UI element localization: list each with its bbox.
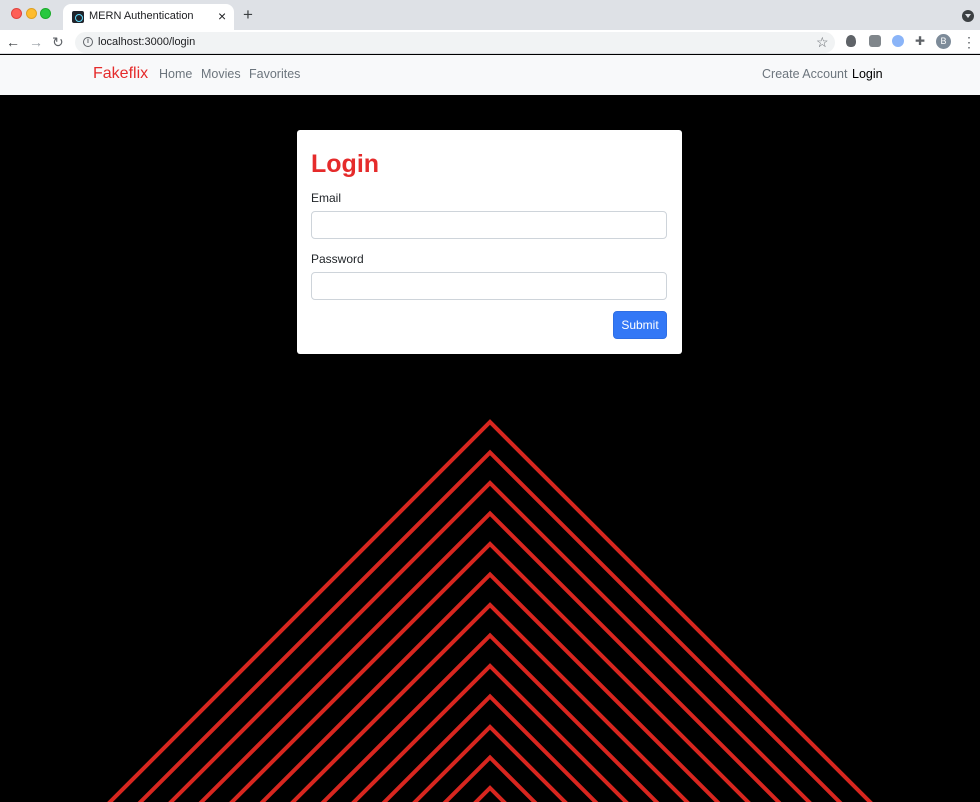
- email-label: Email: [311, 191, 342, 205]
- login-card: Login Email Password Submit: [297, 130, 682, 354]
- chevron-stripe: [168, 480, 812, 802]
- chevron-stripe: [320, 632, 660, 802]
- new-tab-icon[interactable]: +: [243, 6, 253, 24]
- browser-tab-bar: MERN Authentication × +: [0, 0, 980, 30]
- url-text[interactable]: localhost:3000/login: [98, 36, 195, 48]
- password-field[interactable]: [311, 272, 667, 300]
- chevron-stripe: [473, 785, 507, 802]
- chevron-stripe: [137, 449, 843, 802]
- browser-toolbar: ← → ↻ i localhost:3000/login ☆ ✚ B ⋮: [0, 30, 980, 54]
- chevron-stripe: [259, 571, 721, 802]
- site-navbar: Fakeflix Home Movies Favorites Create Ac…: [0, 55, 980, 95]
- password-label: Password: [311, 252, 364, 266]
- extension-copy-icon[interactable]: [869, 35, 881, 47]
- nav-link-favorites[interactable]: Favorites: [249, 67, 300, 81]
- browser-tab[interactable]: MERN Authentication ×: [63, 4, 234, 30]
- puzzle-icon[interactable]: ✚: [915, 35, 927, 47]
- kebab-menu-icon[interactable]: ⋮: [962, 33, 976, 51]
- maximize-window-button[interactable]: [40, 8, 51, 19]
- tab-title: MERN Authentication: [89, 10, 194, 22]
- reload-icon[interactable]: ↻: [52, 33, 64, 51]
- chevron-stripe: [442, 754, 538, 802]
- address-bar[interactable]: i localhost:3000/login ☆: [75, 32, 835, 53]
- close-tab-icon[interactable]: ×: [218, 8, 226, 24]
- nav-link-create-account[interactable]: Create Account: [762, 67, 847, 81]
- nav-link-movies[interactable]: Movies: [201, 67, 241, 81]
- extension-compass-icon[interactable]: [892, 35, 904, 47]
- profile-avatar[interactable]: B: [936, 34, 951, 49]
- forward-arrow-icon[interactable]: →: [29, 33, 43, 51]
- star-icon[interactable]: ☆: [816, 33, 829, 51]
- brand-logo-link[interactable]: Fakeflix: [93, 65, 148, 83]
- nav-link-login[interactable]: Login: [852, 67, 883, 81]
- page-title: Login: [311, 150, 380, 178]
- chevron-stripe: [107, 419, 873, 802]
- page-background: Login Email Password Submit: [0, 95, 980, 802]
- info-icon[interactable]: i: [83, 37, 93, 47]
- email-field[interactable]: [311, 211, 667, 239]
- chevron-stripe: [351, 663, 629, 802]
- react-favicon-icon: [72, 11, 84, 23]
- tab-search-icon[interactable]: [962, 10, 974, 22]
- back-arrow-icon[interactable]: ←: [6, 33, 20, 51]
- submit-button[interactable]: Submit: [613, 311, 667, 339]
- minimize-window-button[interactable]: [26, 8, 37, 19]
- extension-bug-icon[interactable]: [846, 35, 856, 47]
- nav-link-home[interactable]: Home: [159, 67, 192, 81]
- close-window-button[interactable]: [11, 8, 22, 19]
